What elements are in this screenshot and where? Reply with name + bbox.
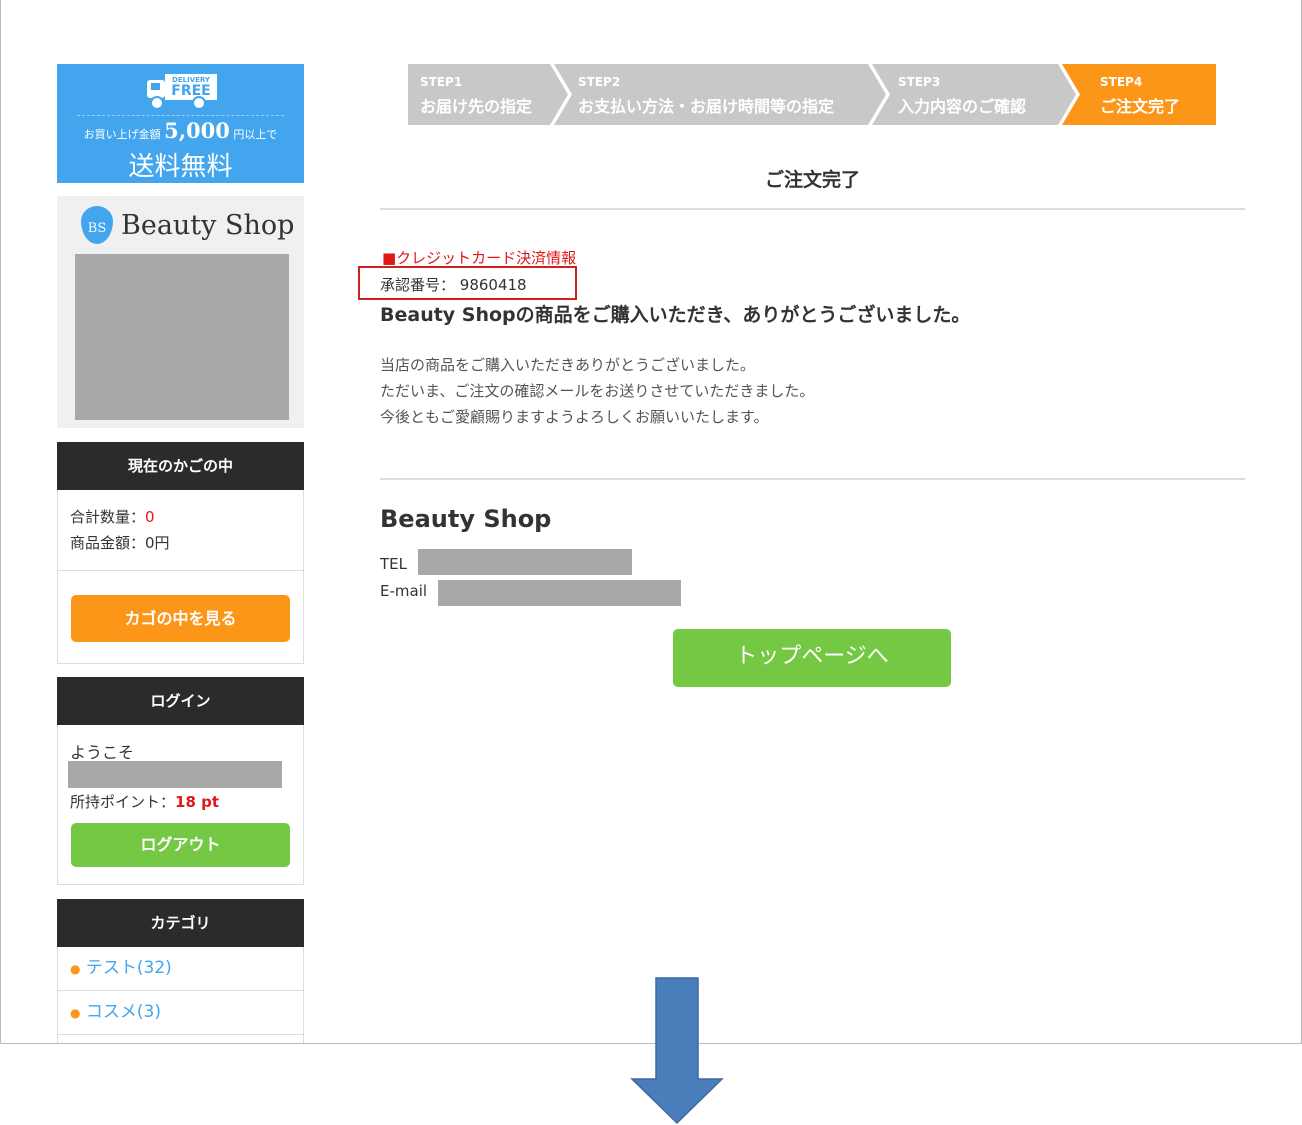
checkout-steps: STEP1 お届け先の指定 STEP2 お支払い方法・お届け時間等の指定 STEP3… [408,64,1216,125]
category-label: コスメ(3) [85,1002,161,1022]
login-widget: ログイン ようこそ 所持ポイント：18 pt ログアウト [57,677,304,885]
shop-info-name: Beauty Shop [380,505,552,533]
approval-label: 承認番号： [380,276,456,294]
redacted-image [75,254,289,420]
bullet-icon: ● [70,1006,81,1020]
logout-button[interactable]: ログアウト [71,823,290,867]
shop-logo[interactable]: BS Beauty Shop [57,196,304,428]
truck-icon: DELIVERY FREE [147,74,217,110]
category-widget: カテゴリ ● テスト(32) ● コスメ(3) [57,899,304,1043]
redacted-email [438,580,681,606]
step-1: STEP1 お届け先の指定 [408,64,568,125]
step-4-active: STEP4 ご注文完了 [1062,64,1216,125]
cart-amount: 0円 [145,534,170,552]
login-title: ログイン [57,677,304,725]
qty-label: 合計数量： [70,508,146,526]
free-shipping-banner[interactable]: DELIVERY FREE お買い上げ金額 5,000 円以上で 送料無料 [57,64,304,183]
drop-logo-icon: BS [81,206,113,244]
email-label: E-mail [380,582,428,600]
svg-text:FREE: FREE [171,83,210,99]
shop-name: Beauty Shop [121,210,295,241]
amount-label: 商品金額： [70,534,146,552]
body-line: 当店の商品をご購入いただきありがとうございました。 [380,356,756,374]
page-title: ご注文完了 [764,169,860,191]
cart-qty: 0 [145,508,155,526]
approval-number: 9860418 [459,276,527,294]
category-label: テスト(32) [85,958,172,978]
step-2: STEP2 お支払い方法・お届け時間等の指定 [554,64,886,125]
free-shipping-condition: お買い上げ金額 5,000 円以上で [83,118,278,143]
view-cart-button[interactable]: カゴの中を見る [71,595,290,642]
cart-title: 現在のかごの中 [57,442,304,490]
welcome-text: ようこそ [70,743,135,762]
free-shipping-text: 送料無料 [128,152,233,182]
category-item[interactable]: ● コスメ(3) [58,991,303,1035]
divider [380,478,1245,480]
redacted-username [68,761,282,788]
divider [380,208,1245,210]
down-arrow-icon [630,977,724,1125]
tel-label: TEL [380,555,407,573]
points-value: 18 pt [175,793,220,811]
step-3: STEP3 入力内容のご確認 [872,64,1076,125]
bullet-icon: ● [70,962,81,976]
payment-info-heading: ■クレジットカード決済情報 [382,249,577,267]
body-line: 今後ともご愛顧賜りますようよろしくお願いいたします。 [380,408,769,426]
category-item[interactable]: ● テスト(32) [58,947,303,991]
cart-widget: 現在のかごの中 合計数量：0 商品金額：0円 カゴの中を見る [57,442,304,664]
browser-page: DELIVERY FREE お買い上げ金額 5,000 円以上で 送料無料 BS… [0,0,1302,1044]
top-page-button[interactable]: トップページへ [673,629,951,687]
thanks-heading: Beauty Shopの商品をご購入いただき、ありがとうございました。 [380,304,971,326]
category-title: カテゴリ [57,899,304,947]
body-line: ただいま、ご注文の確認メールをお送りさせていただきました。 [380,382,815,400]
points-label: 所持ポイント： [70,793,176,811]
redacted-tel [418,549,632,575]
